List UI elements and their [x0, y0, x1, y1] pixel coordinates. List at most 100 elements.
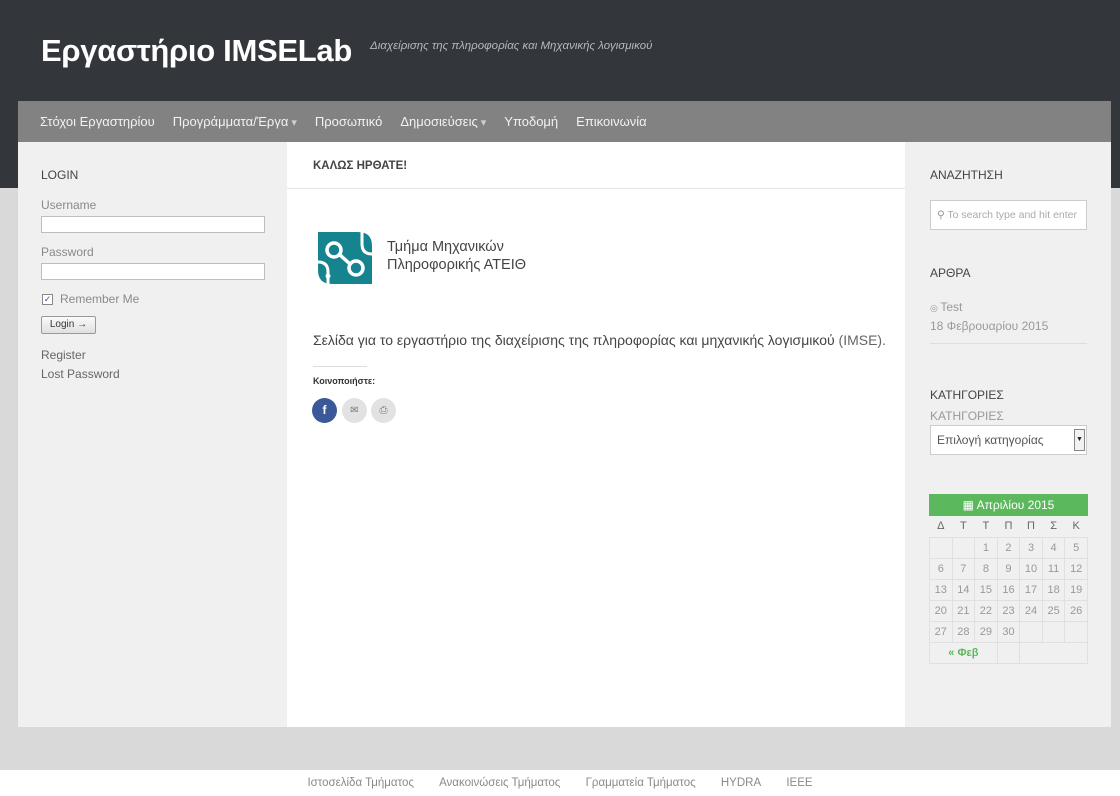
calendar-day: 19	[1064, 578, 1088, 601]
calendar-day: 20	[929, 599, 953, 622]
print-icon[interactable]: ⎙	[371, 398, 396, 423]
nav-item-infrastructure[interactable]: Υποδομή	[504, 114, 558, 129]
calendar-day: 12	[1064, 557, 1088, 580]
nav-item-staff[interactable]: Προσωπικό	[315, 114, 382, 129]
calendar-day: 5	[1064, 536, 1088, 559]
divider	[313, 366, 367, 367]
calendar-day: 21	[951, 599, 976, 622]
remember-me-label: Remember Me	[60, 292, 140, 306]
calendar-next-empty	[1019, 641, 1088, 664]
lost-password-link[interactable]: Lost Password	[41, 367, 120, 381]
username-label: Username	[41, 198, 97, 212]
remember-me-checkbox[interactable]: ✓	[42, 294, 53, 305]
weekday-header: Τ	[959, 520, 967, 533]
calendar-day: 3	[1019, 536, 1043, 559]
categories-title: ΚΑΤΗΓΟΡΙΕΣ	[930, 388, 1004, 402]
weekday-header: Σ	[1050, 520, 1057, 533]
chevron-down-icon: ▼	[1074, 429, 1085, 451]
site-title[interactable]: Εργαστήριο IMSELab	[41, 33, 352, 69]
calendar-day: 18	[1041, 578, 1066, 601]
footer-link-department-site[interactable]: Ιστοσελίδα Τμήματος	[307, 777, 413, 789]
calendar-day: 7	[951, 557, 976, 580]
footer-link-hydra[interactable]: HYDRA	[721, 777, 761, 789]
weekday-header: Τ	[982, 520, 990, 533]
category-select[interactable]: Επιλογή κατηγορίας ▼	[930, 425, 1087, 455]
calendar-spacer	[996, 641, 1021, 664]
main-nav: Στόχοι Εργαστηρίου Προγράμματα/Έργα ▾ Προ…	[18, 101, 1111, 142]
weekday-header: Δ	[937, 520, 945, 533]
department-logo	[317, 232, 373, 284]
calendar-day: 24	[1019, 599, 1043, 622]
weekday-header: Π	[1004, 520, 1013, 533]
calendar-day: 27	[929, 620, 953, 643]
department-name: Τμήμα Μηχανικών Πληροφορικής ΑΤΕΙΘ	[387, 239, 526, 273]
articles-title: ΑΡΘΡΑ	[930, 266, 971, 280]
calendar-day: 23	[996, 599, 1021, 622]
nav-item-programs[interactable]: Προγράμματα/Έργα ▾	[173, 114, 297, 129]
calendar-day: 4	[1041, 536, 1066, 559]
right-sidebar: ΑΝΑΖΗΤΗΣΗ ⚲ To search type and hit enter…	[905, 142, 1111, 727]
divider	[287, 188, 905, 189]
calendar-day: 22	[974, 599, 998, 622]
calendar-day	[1041, 620, 1066, 643]
site-header: Εργαστήριο IMSELab Διαχείρισης της πληρο…	[18, 0, 1120, 101]
intro-text: Σελίδα για το εργαστήριο της διαχείρισης…	[313, 332, 886, 348]
password-input[interactable]	[41, 263, 265, 280]
categories-label: ΚΑΤΗΓΟΡΙΕΣ	[930, 409, 1004, 423]
calendar-day	[1019, 620, 1043, 643]
calendar-day: 28	[951, 620, 976, 643]
calendar-day: 26	[1064, 599, 1088, 622]
login-title: LOGIN	[41, 168, 79, 182]
login-sidebar: LOGIN Username Password ✓ Remember Me Lo…	[18, 142, 287, 727]
nav-item-contact[interactable]: Επικοινωνία	[576, 114, 647, 129]
calendar-day: 15	[974, 578, 998, 601]
calendar-widget: ▦ Απριλίου 2015 Δ Τ Τ Π Π Σ Κ 1 2 3 4 5 …	[929, 494, 1088, 664]
calendar-day: 25	[1041, 599, 1066, 622]
calendar-day: 9	[996, 557, 1021, 580]
calendar-day: 6	[929, 557, 953, 580]
email-icon[interactable]: ✉	[342, 398, 367, 423]
search-title: ΑΝΑΖΗΤΗΣΗ	[930, 168, 1003, 182]
calendar-icon: ▦	[962, 498, 977, 512]
calendar-grid: Δ Τ Τ Π Π Σ Κ 1 2 3 4 5 6 7 8 9 10 11 12…	[929, 516, 1088, 664]
calendar-day: 17	[1019, 578, 1043, 601]
calendar-prev-link[interactable]: « Φεβ	[929, 641, 998, 664]
register-link[interactable]: Register	[41, 348, 86, 362]
chevron-down-icon: ▾	[291, 117, 297, 129]
divider	[930, 343, 1087, 344]
footer-link-announcements[interactable]: Ανακοινώσεις Τμήματος	[439, 777, 560, 789]
login-button[interactable]: Login →	[41, 316, 96, 334]
page-title: ΚΑΛΩΣ ΗΡΘΑΤΕ!	[313, 160, 408, 172]
facebook-icon[interactable]: f	[312, 398, 337, 423]
password-label: Password	[41, 245, 94, 259]
calendar-day	[951, 536, 976, 559]
calendar-header: ▦ Απριλίου 2015	[929, 494, 1088, 516]
calendar-day: 1	[974, 536, 998, 559]
calendar-day: 14	[951, 578, 976, 601]
username-input[interactable]	[41, 216, 265, 233]
calendar-day: 2	[996, 536, 1021, 559]
article-link[interactable]: ◎ Test	[930, 300, 962, 314]
main-content: ΚΑΛΩΣ ΗΡΘΑΤΕ! Τμήμα Μηχανικών Πληροφορικ…	[287, 142, 905, 727]
article-date: 18 Φεβρουαρίου 2015	[930, 319, 1049, 333]
weekday-header: Π	[1027, 520, 1035, 533]
share-label: Κοινοποιήστε:	[313, 376, 376, 386]
footer-link-secretariat[interactable]: Γραμματεία Τμήματος	[586, 777, 696, 789]
site-description: Διαχείρισης της πληροφορίας και Μηχανική…	[370, 40, 653, 52]
nav-item-goals[interactable]: Στόχοι Εργαστηρίου	[40, 114, 155, 129]
search-icon: ⚲	[937, 209, 948, 221]
calendar-day: 8	[974, 557, 998, 580]
footer-link-ieee[interactable]: IEEE	[786, 777, 812, 789]
search-input[interactable]: ⚲ To search type and hit enter	[930, 200, 1087, 230]
weekday-header: Κ	[1072, 520, 1080, 533]
footer-links: Ιστοσελίδα Τμήματος Ανακοινώσεις Τμήματο…	[0, 777, 1120, 796]
calendar-day	[929, 536, 953, 559]
calendar-day: 10	[1019, 557, 1043, 580]
content-wrapper: LOGIN Username Password ✓ Remember Me Lo…	[18, 142, 1111, 727]
calendar-day: 29	[974, 620, 998, 643]
nav-item-publications[interactable]: Δημοσιεύσεις ▾	[400, 114, 486, 129]
calendar-day	[1064, 620, 1088, 643]
calendar-day: 11	[1041, 557, 1066, 580]
chevron-down-icon: ▾	[480, 117, 487, 129]
calendar-day: 16	[996, 578, 1021, 601]
